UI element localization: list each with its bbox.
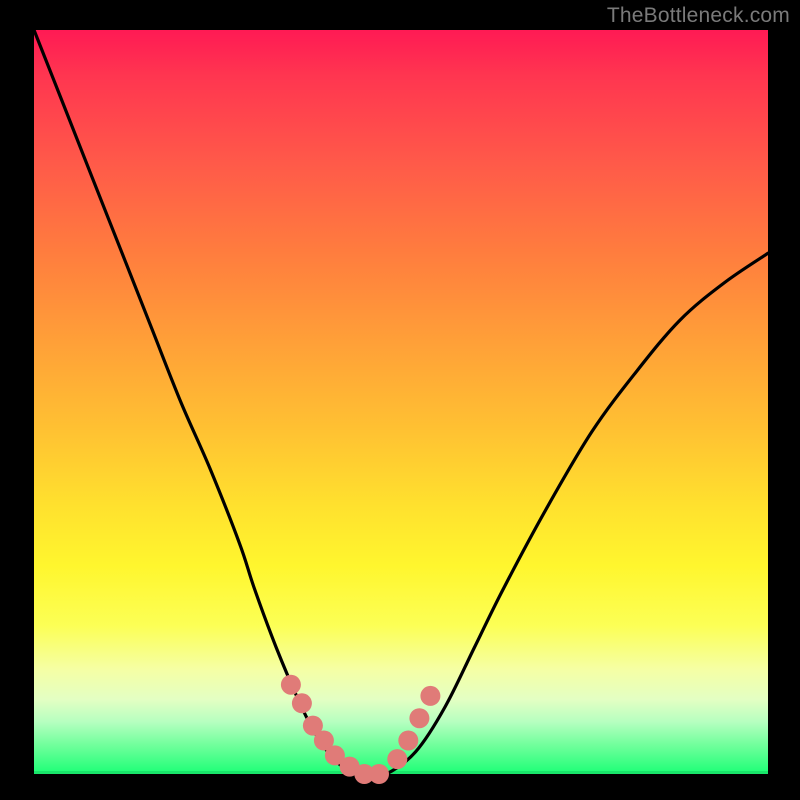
marker-dot — [369, 764, 389, 784]
watermark-text: TheBottleneck.com — [607, 4, 790, 28]
plot-area — [34, 30, 768, 774]
curve-svg — [34, 30, 768, 774]
bottleneck-curve — [34, 30, 768, 776]
outer-frame: TheBottleneck.com — [0, 0, 800, 800]
marker-dot — [420, 686, 440, 706]
marker-dot — [281, 675, 301, 695]
marker-dot — [398, 731, 418, 751]
marker-dot — [387, 749, 407, 769]
marker-group — [281, 675, 441, 784]
marker-dot — [409, 708, 429, 728]
marker-dot — [292, 693, 312, 713]
